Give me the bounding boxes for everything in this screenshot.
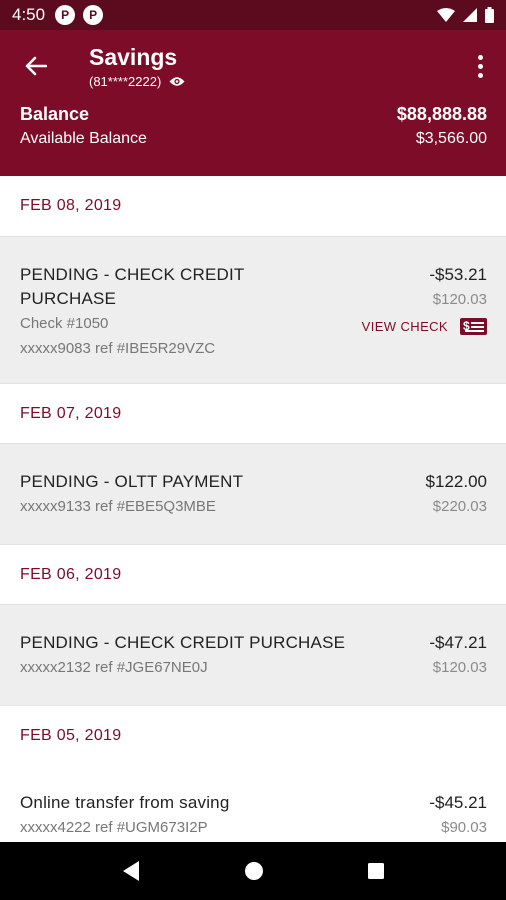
view-check-label: VIEW CHECK (361, 319, 448, 334)
signal-icon (463, 8, 477, 22)
back-arrow-icon (25, 56, 47, 76)
balance-value: $88,888.88 (396, 104, 487, 124)
transaction-ref: xxxxx4222 ref #UGM673I2P (20, 819, 208, 836)
transaction-amount: -$53.21 (429, 265, 487, 284)
running-balance: $90.03 (441, 819, 487, 836)
transaction-ref: xxxxx2132 ref #JGE67NE0J (20, 659, 208, 676)
nav-back-icon[interactable] (121, 860, 141, 882)
transaction-row[interactable]: PENDING - CHECK CREDIT PURCHASE xxxxx213… (0, 604, 506, 705)
transaction-description: PENDING - CHECK CREDIT PURCHASE (20, 633, 346, 652)
status-time: 4:50 (12, 5, 46, 24)
view-check-button[interactable]: VIEW CHECK $ (362, 318, 487, 335)
eye-icon[interactable] (169, 76, 185, 87)
date-header: FEB 05, 2019 (0, 705, 506, 765)
running-balance: $120.03 (432, 291, 487, 308)
page-title: Savings (89, 44, 178, 70)
running-balance: $220.03 (432, 498, 487, 515)
transaction-row[interactable]: Online transfer from saving xxxxx4222 re… (0, 765, 506, 845)
nav-recents-icon[interactable] (367, 862, 385, 880)
nav-home-icon[interactable] (244, 861, 264, 881)
check-icon: $ (460, 318, 487, 335)
transaction-amount: -$45.21 (429, 793, 487, 812)
available-balance-label: Available Balance (20, 130, 147, 147)
account-number-row: (81****2222) (89, 74, 185, 89)
transaction-amount: -$47.21 (429, 633, 487, 652)
transaction-amount: $122.00 (425, 472, 487, 491)
notification-p-icon-2: P (83, 5, 104, 25)
date-header: FEB 06, 2019 (0, 544, 506, 604)
balance-label: Balance (20, 104, 90, 124)
system-nav-bar (0, 842, 506, 900)
status-bar: 4:50 P P (0, 0, 506, 30)
transaction-description: PENDING - CHECK CREDIT (20, 265, 245, 284)
battery-icon (485, 7, 494, 23)
date-header: FEB 07, 2019 (0, 383, 506, 443)
transaction-description: PENDING - OLTT PAYMENT (20, 472, 244, 491)
date-header: FEB 08, 2019 (20, 197, 122, 214)
transaction-ref: xxxxx9133 ref #EBE5Q3MBE (20, 498, 216, 515)
notification-p-icon: P (55, 5, 76, 25)
balance-row: Balance $88,888.88 (20, 104, 487, 125)
running-balance: $120.03 (432, 659, 487, 676)
check-number: Check #1050 (20, 315, 109, 332)
available-balance-row: Available Balance $3,566.00 (20, 130, 487, 148)
more-vert-icon[interactable] (468, 50, 492, 82)
transaction-row[interactable]: PENDING - CHECK CREDIT PURCHASE Check #1… (0, 236, 506, 383)
transaction-row[interactable]: PENDING - OLTT PAYMENT xxxxx9133 ref #EB… (0, 443, 506, 544)
account-header: Savings (81****2222) Balance $88,888.88 … (0, 30, 506, 176)
transaction-description-line2: PURCHASE (20, 289, 117, 308)
wifi-icon (437, 8, 455, 22)
available-balance-value: $3,566.00 (415, 130, 487, 147)
account-number: (81****2222) (89, 74, 162, 89)
transaction-ref: xxxxx9083 ref #IBE5R29VZC (20, 340, 216, 357)
transaction-description: Online transfer from saving (20, 793, 230, 812)
back-button[interactable] (18, 48, 54, 84)
